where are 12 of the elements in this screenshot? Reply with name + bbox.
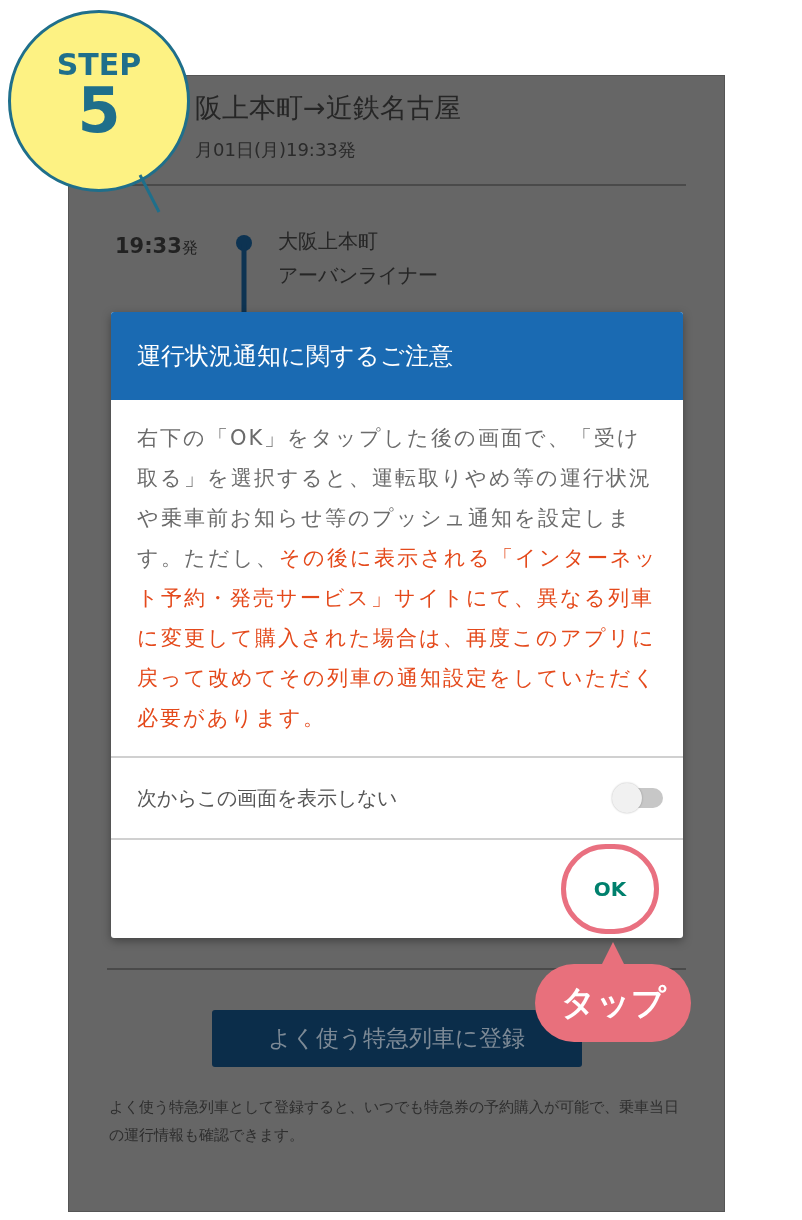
train-name: アーバンライナー [278, 262, 438, 289]
ok-button[interactable]: OK [583, 869, 637, 909]
departure-time: 19:33発 [115, 233, 199, 259]
toggle-label: 次からこの画面を表示しない [137, 784, 397, 812]
station-name: 大阪上本町 [278, 228, 379, 255]
dialog-message: 右下の「OK」をタップした後の画面で、「受け取る」を選択すると、運転取りやめ等の運行状況や乗車前お知らせ等のプッシュ通知を設定します。ただし、その後に表示される「インターネット予約・発売サービス」サイトにて、異なる列車に変更して購入された場合は、再度このアプリに戻って改めてその列車の通知設定をしていただく必要があります。 [111, 400, 683, 758]
step-badge: STEP 5 [8, 10, 190, 192]
toggle-switch[interactable] [611, 782, 665, 814]
departure-time: 月01日(月)19:33発 [195, 138, 357, 162]
tap-callout: タップ [535, 942, 691, 1042]
route-title: 阪上本町→近鉄名古屋 [195, 91, 462, 125]
dialog-title: 運行状況通知に関するご注意 [111, 312, 683, 400]
